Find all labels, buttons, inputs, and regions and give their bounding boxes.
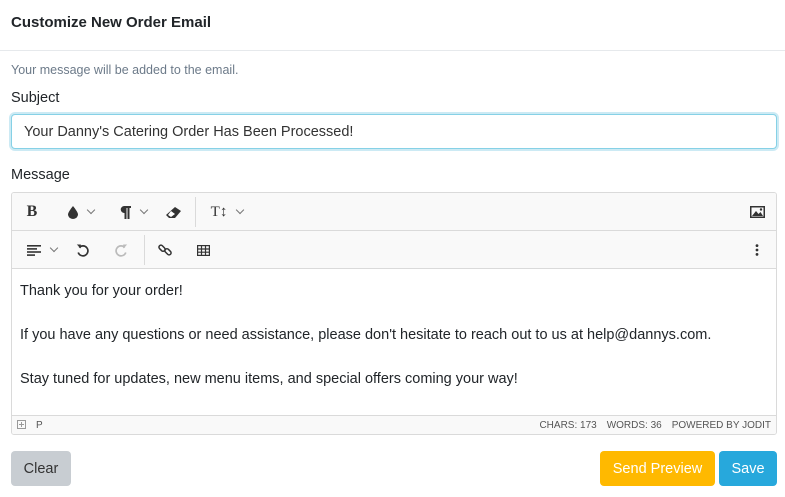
- message-paragraph: Stay tuned for updates, new menu items, …: [20, 371, 518, 387]
- modal-header: Customize New Order Email: [0, 0, 785, 51]
- clear-button[interactable]: Clear: [11, 451, 71, 486]
- bold-icon: B: [26, 203, 38, 220]
- image-icon: [749, 206, 765, 218]
- text-color-button[interactable]: [60, 193, 102, 231]
- statusbar-stats: CHARS: 173 WORDS: 36 POWERED BY JODIT: [539, 420, 771, 431]
- editor-statusbar: P CHARS: 173 WORDS: 36 POWERED BY JODIT: [12, 415, 776, 434]
- insert-link-button[interactable]: [154, 231, 176, 269]
- word-count: WORDS: 36: [606, 420, 662, 431]
- toolbar-separator: [195, 197, 196, 227]
- droplet-icon: [68, 205, 78, 219]
- chevron-down-icon: [86, 205, 96, 215]
- align-left-icon: [27, 244, 41, 256]
- message-paragraph: Thank you for your order!: [20, 283, 183, 299]
- redo-button[interactable]: [110, 231, 132, 269]
- element-path[interactable]: P: [36, 420, 43, 431]
- powered-by-link[interactable]: POWERED BY JODIT: [672, 420, 771, 431]
- more-options-button[interactable]: [748, 231, 766, 269]
- subject-label: Subject: [11, 90, 60, 106]
- message-paragraph: If you have any questions or need assist…: [20, 327, 712, 343]
- eraser-icon: [165, 206, 181, 218]
- char-count: CHARS: 173: [539, 420, 597, 431]
- table-icon: [196, 244, 210, 256]
- hint-text: Your message will be added to the email.: [11, 63, 239, 77]
- align-button[interactable]: [22, 231, 62, 269]
- insert-table-button[interactable]: [192, 231, 214, 269]
- chevron-down-icon: [236, 205, 245, 215]
- undo-icon: [76, 244, 89, 257]
- more-vertical-icon: [755, 244, 759, 256]
- toolbar-row-1: B T↕: [12, 193, 776, 231]
- font-size-button[interactable]: T↕: [205, 193, 249, 231]
- chevron-down-icon: [139, 205, 148, 215]
- subject-input[interactable]: [11, 114, 777, 149]
- toolbar-separator: [144, 235, 145, 265]
- bold-button[interactable]: B: [22, 193, 42, 231]
- message-label: Message: [11, 167, 70, 183]
- font-size-icon: T↕: [210, 203, 228, 220]
- paragraph-button[interactable]: [112, 193, 154, 231]
- send-preview-button[interactable]: Send Preview: [600, 451, 715, 486]
- toolbar-row-2: [12, 231, 776, 269]
- message-editor-content[interactable]: Thank you for your order! If you have an…: [12, 270, 776, 415]
- redo-icon: [115, 244, 128, 257]
- modal-title: Customize New Order Email: [11, 14, 212, 31]
- chevron-down-icon: [49, 243, 59, 253]
- toggle-fullsize-icon[interactable]: [17, 420, 26, 429]
- paragraph-icon: [120, 205, 131, 219]
- rich-text-editor: B T↕ Thank you for your order! If you ha…: [11, 192, 777, 435]
- insert-image-button[interactable]: [746, 193, 768, 231]
- link-icon: [158, 244, 172, 256]
- clear-format-button[interactable]: [162, 193, 184, 231]
- save-button[interactable]: Save: [719, 451, 777, 486]
- undo-button[interactable]: [72, 231, 94, 269]
